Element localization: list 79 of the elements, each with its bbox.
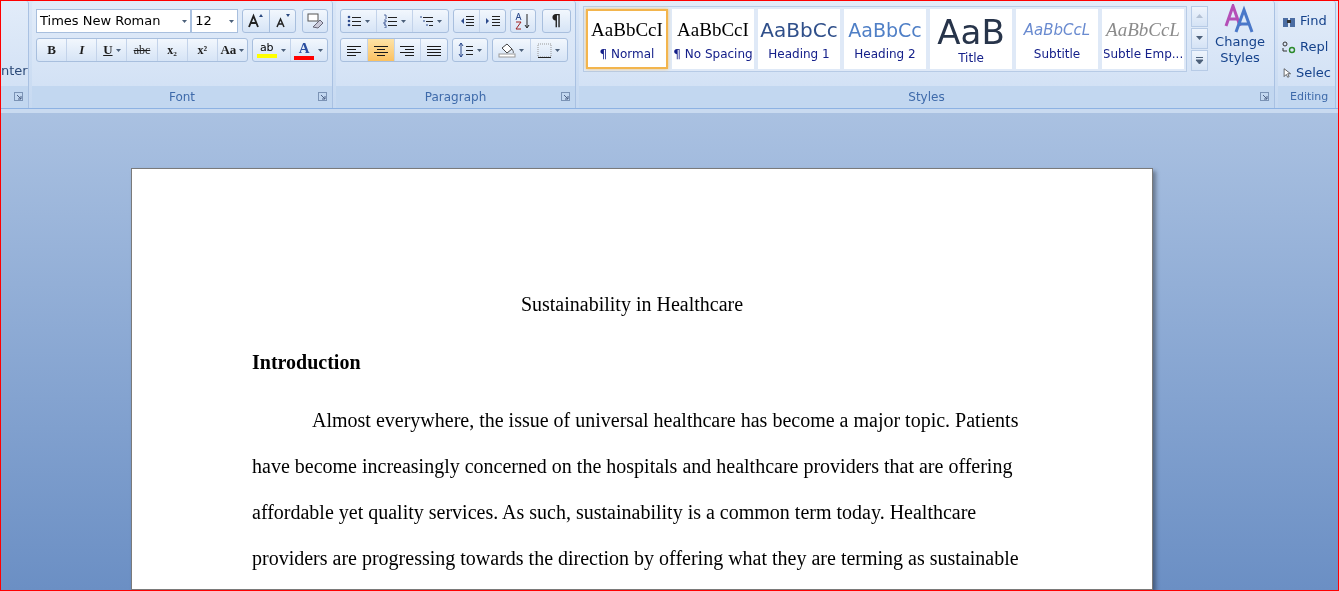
line-spacing-icon bbox=[458, 42, 474, 58]
caret-icon bbox=[477, 48, 482, 52]
group-label: Paragraph bbox=[424, 89, 487, 106]
style-preview: AaBbCc bbox=[848, 17, 922, 43]
sort-icon bbox=[514, 12, 531, 30]
caret-icon bbox=[437, 19, 443, 23]
border-grid-icon bbox=[537, 42, 553, 58]
clear-formatting-button[interactable] bbox=[302, 9, 328, 33]
style-preview: AaBbCcL bbox=[1023, 19, 1091, 41]
replace-button[interactable]: Repl bbox=[1282, 35, 1331, 59]
sort-button[interactable] bbox=[510, 9, 536, 33]
document-title: Sustainability in Healthcare bbox=[519, 292, 745, 318]
bold-button[interactable]: B bbox=[37, 39, 67, 61]
caret-icon bbox=[555, 48, 561, 52]
style-gallery-item[interactable]: AaBbCcL Subtle Emp... bbox=[1102, 9, 1184, 69]
bullet-list-icon bbox=[347, 14, 363, 28]
dialog-launcher-icon bbox=[1260, 92, 1269, 101]
style-preview: AaBbCc bbox=[760, 17, 838, 44]
font-color-button[interactable]: A bbox=[289, 39, 327, 61]
multilevel-list-icon bbox=[419, 14, 435, 28]
style-gallery-item[interactable]: AaBbCcI ¶ Normal bbox=[586, 9, 668, 69]
caret-icon bbox=[401, 19, 407, 23]
align-left-icon bbox=[345, 43, 362, 57]
caret-icon bbox=[1194, 12, 1205, 21]
scroll-down-button[interactable] bbox=[1191, 28, 1208, 49]
strike-button[interactable]: abc bbox=[126, 39, 157, 61]
caret-icon bbox=[182, 19, 188, 23]
superscript-button[interactable]: x² bbox=[186, 39, 217, 61]
style-preview: AaBbCcI bbox=[677, 17, 749, 42]
line-spacing-button[interactable] bbox=[452, 38, 488, 62]
caret-icon bbox=[229, 19, 235, 23]
style-gallery-item[interactable]: AaBbCc Heading 2 bbox=[844, 9, 926, 69]
caret-icon bbox=[365, 19, 371, 23]
style-preview: AaBbCcL bbox=[1106, 17, 1180, 42]
caret-icon bbox=[280, 48, 286, 52]
italic-button[interactable]: I bbox=[66, 39, 97, 61]
caret-icon bbox=[318, 48, 324, 52]
group-label: Editing bbox=[1290, 88, 1329, 105]
dialog-launcher-icon bbox=[318, 92, 327, 101]
caret-icon bbox=[1194, 56, 1205, 65]
align-center-icon bbox=[372, 43, 389, 57]
align-justify-icon bbox=[426, 43, 443, 57]
font-name-dropdown[interactable]: Times New Roman bbox=[36, 9, 192, 33]
font-size-value: 12 bbox=[195, 12, 212, 31]
align-right-icon bbox=[399, 43, 416, 57]
subscript-button[interactable]: x₂ bbox=[156, 39, 187, 61]
eraser-icon bbox=[307, 13, 324, 29]
group-label: Font bbox=[168, 89, 196, 106]
group-label: Styles bbox=[908, 89, 945, 106]
replace-icon bbox=[1282, 40, 1296, 54]
cursor-arrow-icon bbox=[1282, 66, 1292, 80]
change-styles-button[interactable]: Change Styles bbox=[1212, 4, 1268, 66]
style-gallery-item[interactable]: AaBbCcI ¶ No Spacing bbox=[672, 9, 754, 69]
style-gallery-item[interactable]: AaBbCcL Subtitle bbox=[1016, 9, 1098, 69]
caret-icon bbox=[519, 48, 525, 52]
style-gallery-item[interactable]: AaBbCc Heading 1 bbox=[758, 9, 840, 69]
font-size-dropdown[interactable]: 12 bbox=[191, 9, 239, 33]
more-styles-button[interactable] bbox=[1191, 50, 1208, 71]
find-button[interactable]: Find bbox=[1282, 9, 1331, 33]
case-button[interactable]: Aa bbox=[216, 39, 247, 61]
section-heading: Introduction bbox=[252, 350, 362, 375]
grow-font-icon bbox=[248, 13, 265, 29]
font-name-value: Times New Roman bbox=[40, 12, 161, 31]
style-preview: AaB bbox=[937, 15, 1005, 49]
align-center-button[interactable] bbox=[366, 39, 394, 61]
style-gallery-item[interactable]: AaB Title bbox=[930, 9, 1012, 69]
highlight-color-button[interactable]: ab bbox=[253, 39, 290, 61]
styles-letters-icon bbox=[1224, 4, 1256, 34]
show-formatting-marks-button[interactable]: ¶ bbox=[541, 9, 571, 33]
increase-indent-icon bbox=[484, 14, 501, 28]
style-preview: AaBbCcI bbox=[591, 17, 663, 42]
shrink-font-icon bbox=[274, 13, 291, 29]
select-button[interactable]: Selec bbox=[1282, 61, 1331, 85]
dialog-launcher-icon bbox=[561, 92, 570, 101]
body-paragraph: Almost everywhere, the issue of universal healthcare has become a major topic. Patients have become increasingly concerned on the hospitals and healthcare providers that are offering affordable yet quality services. As such, sustainability is a common term today. Healthcare providers are progressing towards the direction by offering what they are terming as sustainable bbox=[252, 408, 1020, 572]
paint-bucket-icon bbox=[498, 42, 517, 58]
dialog-launcher-icon bbox=[14, 92, 23, 101]
caret-icon bbox=[1194, 34, 1205, 43]
underline-button[interactable]: U bbox=[96, 39, 127, 61]
